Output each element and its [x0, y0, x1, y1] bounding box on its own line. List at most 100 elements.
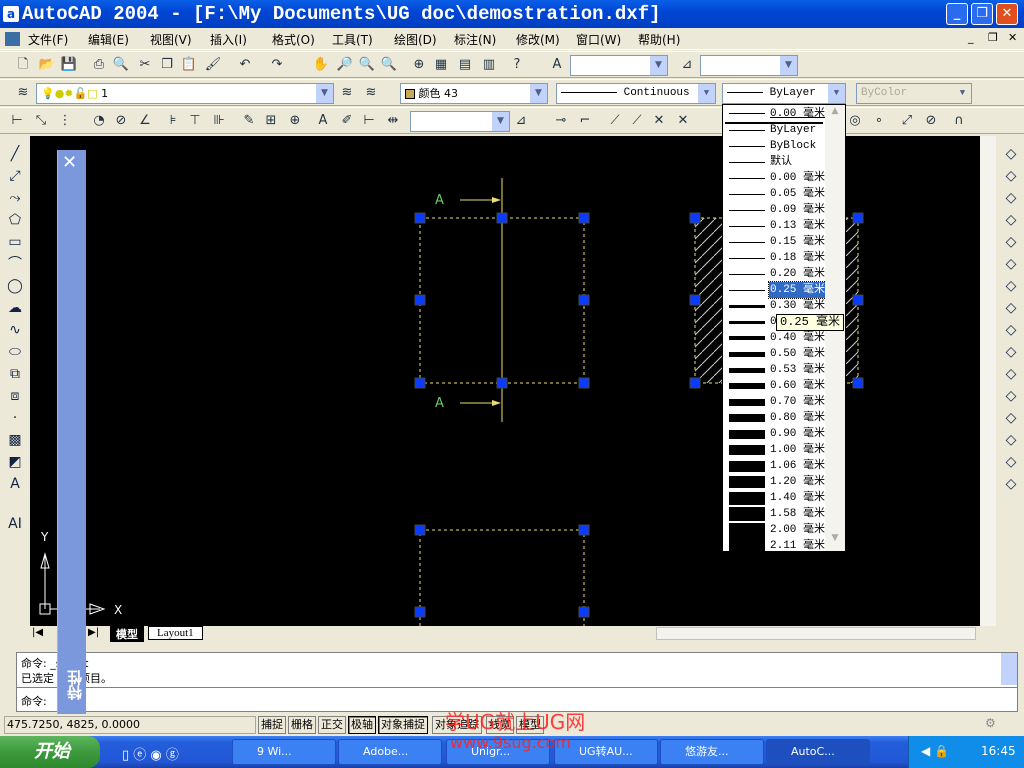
snap-extension-icon[interactable]: ✕ [650, 112, 668, 130]
plot-icon[interactable]: ⎙ [90, 56, 108, 74]
match-properties-icon[interactable]: 🖌 [204, 56, 222, 74]
doc-restore-button[interactable]: ❐ [988, 31, 998, 44]
scale-icon[interactable]: ◇ [999, 298, 1023, 318]
document-icon[interactable] [5, 32, 20, 46]
properties-icon[interactable]: ▦ [432, 56, 450, 74]
text-style-combo[interactable]: ▼ [570, 55, 668, 76]
lineweight-option[interactable]: 默认 [725, 154, 825, 170]
menu-item[interactable]: 编辑(E) [88, 31, 129, 48]
lineweight-option[interactable]: 0.40 毫米 [725, 330, 825, 346]
status-toggle[interactable]: 对象捕捉 [378, 716, 428, 734]
autocad-app-icon[interactable]: a [3, 6, 19, 22]
make-object-layer-current-icon[interactable]: ≋ [338, 84, 356, 102]
doc-close-button[interactable]: ✕ [1008, 31, 1017, 44]
redo-icon[interactable]: ↷ [268, 56, 286, 74]
dim-style-combo[interactable]: ▼ [700, 55, 798, 76]
menu-item[interactable]: 视图(V) [150, 31, 192, 48]
quick-dim-icon[interactable]: ⊧ [164, 112, 182, 130]
array-icon[interactable]: ◇ [999, 232, 1023, 252]
snap-midpoint-icon[interactable]: ⌐ [576, 112, 594, 130]
close-button[interactable]: ✕ [996, 3, 1018, 25]
menu-item[interactable]: 窗口(W) [576, 31, 621, 48]
taskbar-button[interactable]: AutoC... [766, 739, 870, 765]
lineweight-option[interactable]: 0.13 毫米 [725, 218, 825, 234]
region-icon[interactable]: ◩ [3, 452, 27, 472]
baseline-dim-icon[interactable]: ⊤ [186, 112, 204, 130]
status-toggle[interactable]: 捕捉 [258, 716, 286, 734]
revision-cloud-icon[interactable]: ☁ [3, 298, 27, 318]
paste-icon[interactable]: 📋 [180, 56, 198, 74]
lineweight-option[interactable]: 0.25 毫米 [725, 281, 828, 299]
zoom-window-icon[interactable]: 🔍 [358, 56, 376, 74]
vertical-scrollbar[interactable] [980, 136, 996, 626]
move-icon[interactable]: ◇ [999, 254, 1023, 274]
dim-update-icon[interactable]: ⊢ [360, 112, 378, 130]
rotate-icon[interactable]: ◇ [999, 276, 1023, 296]
doc-minimize-button[interactable]: _ [968, 31, 974, 44]
break-icon[interactable]: ◇ [999, 386, 1023, 406]
scroll-down-button[interactable]: ▼ [826, 533, 844, 549]
tab-last-button[interactable]: ▶| [88, 627, 99, 638]
offset-icon[interactable]: ◇ [999, 210, 1023, 230]
lineweight-option[interactable]: 0.53 毫米 [725, 362, 825, 378]
ordinate-dim-icon[interactable]: ⋮ [56, 112, 74, 130]
leader-icon[interactable]: ✎ [240, 112, 258, 130]
zoom-previous-icon[interactable]: 🔍 [380, 56, 398, 74]
menu-item[interactable]: 插入(I) [210, 31, 247, 48]
new-icon[interactable]: 🗋 [14, 56, 32, 74]
help-icon[interactable]: ? [508, 56, 526, 74]
mirror-icon[interactable]: ◇ [999, 188, 1023, 208]
hatch-icon[interactable]: ▩ [3, 430, 27, 450]
linetype-combo[interactable]: Continuous ▼ [556, 83, 716, 104]
menu-item[interactable]: 绘图(D) [394, 31, 437, 48]
point-icon[interactable]: · [3, 408, 27, 428]
dim-style-icon-icon[interactable]: ⊿ [512, 112, 530, 130]
taskbar-button[interactable]: Adobe... [338, 739, 442, 765]
lineweight-option[interactable]: 0.80 毫米 [725, 410, 825, 426]
lineweight-option[interactable]: 2.11 毫米 [725, 538, 825, 554]
aligned-dim-icon[interactable]: ⤡ [32, 112, 50, 130]
properties-palette[interactable]: ✕ 特性 [57, 150, 86, 740]
lineweight-option[interactable]: 0.60 毫米 [725, 378, 825, 394]
snap-intersection-icon[interactable]: ⟋ [606, 112, 624, 130]
line-icon[interactable]: ╱ [3, 144, 27, 164]
horizontal-scrollbar[interactable] [656, 627, 976, 640]
plot-preview-icon[interactable]: 🔍 [112, 56, 130, 74]
lineweight-option[interactable]: 0.09 毫米 [725, 202, 825, 218]
layer-manager-icon[interactable]: ≋ [14, 84, 32, 102]
snap-none-icon[interactable]: ⊘ [922, 112, 940, 130]
polygon-icon[interactable]: ⬠ [3, 210, 27, 230]
menu-item[interactable]: 文件(F) [28, 31, 68, 48]
circle-icon[interactable]: ◯ [3, 276, 27, 296]
zoom-realtime-icon[interactable]: 🔎 [336, 56, 354, 74]
dim-text-edit-icon[interactable]: ✐ [338, 112, 356, 130]
menu-item[interactable]: 标注(N) [454, 31, 496, 48]
lineweight-option[interactable]: 0.20 毫米 [725, 266, 825, 282]
lineweight-combo[interactable]: ByLayer ▼ [722, 83, 846, 104]
text-icon[interactable]: AI [3, 514, 27, 534]
taskbar-button[interactable]: 悠游友... [660, 739, 764, 765]
snap-center-icon[interactable]: ✕ [674, 112, 692, 130]
status-toggle[interactable]: 正交 [318, 716, 346, 734]
lineweight-option[interactable]: 0.90 毫米 [725, 426, 825, 442]
restore-button[interactable]: ❐ [971, 3, 993, 25]
insert-block-icon[interactable]: ⧉ [3, 364, 27, 384]
lineweight-option[interactable]: 1.20 毫米 [725, 474, 825, 490]
diameter-dim-icon[interactable]: ⊘ [112, 112, 130, 130]
menu-item[interactable]: 修改(M) [516, 31, 560, 48]
snap-nearest-icon[interactable]: ⤢ [898, 112, 916, 130]
chamfer-icon[interactable]: ◇ [999, 430, 1023, 450]
snap-node-icon[interactable]: ∘ [870, 112, 888, 130]
lineweight-option[interactable]: 0.70 毫米 [725, 394, 825, 410]
snap-apparent-icon[interactable]: ⟋ [628, 112, 646, 130]
lineweight-option[interactable]: ByBlock [725, 138, 825, 154]
dim-space-icon[interactable]: ⇹ [384, 112, 402, 130]
trim-icon[interactable]: ◇ [999, 342, 1023, 362]
tray-icons[interactable]: ◀ 🔒 [921, 744, 949, 758]
lineweight-option[interactable]: 0.50 毫米 [725, 346, 825, 362]
dim-edit-icon[interactable]: A [314, 112, 332, 130]
snap-endpoint-icon[interactable]: ⊸ [552, 112, 570, 130]
zoom-extents-icon[interactable]: ⊕ [410, 56, 428, 74]
status-toggle[interactable]: 极轴 [348, 716, 376, 734]
menu-item[interactable]: 工具(T) [332, 31, 373, 48]
